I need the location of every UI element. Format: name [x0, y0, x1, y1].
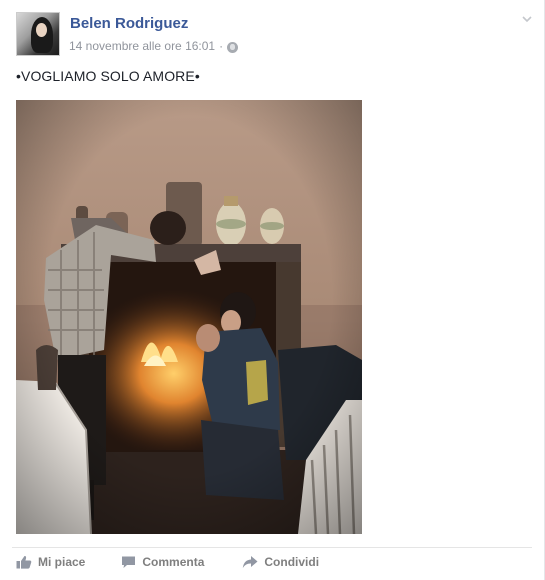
thumbs-up-icon — [16, 555, 32, 569]
post-timestamp[interactable]: 14 novembre alle ore 16:01 — [69, 39, 215, 53]
post-photo[interactable] — [16, 100, 362, 534]
like-label: Mi piace — [38, 555, 86, 569]
author-name-link[interactable]: Belen Rodriguez — [70, 15, 188, 32]
like-button[interactable]: Mi piace — [16, 555, 85, 569]
post-actions-bar: Mi piace Commenta Condividi — [16, 555, 319, 569]
post-text: •VOGLIAMO SOLO AMORE• — [16, 68, 200, 84]
meta-separator: · — [219, 39, 224, 53]
facebook-post-card: Belen Rodriguez 14 novembre alle ore 16:… — [0, 0, 545, 580]
comment-button[interactable]: Commenta — [121, 555, 204, 569]
speech-bubble-icon — [121, 555, 136, 569]
share-button[interactable]: Condividi — [242, 555, 319, 569]
chevron-down-icon[interactable] — [522, 14, 532, 24]
comment-label: Commenta — [142, 555, 205, 569]
share-label: Condividi — [264, 555, 320, 569]
actions-divider — [12, 547, 532, 548]
avatar-face — [36, 23, 47, 37]
post-meta: 14 novembre alle ore 16:01 · — [69, 39, 239, 53]
globe-icon[interactable] — [227, 41, 239, 53]
author-avatar[interactable] — [16, 12, 60, 56]
share-arrow-icon — [242, 555, 258, 569]
